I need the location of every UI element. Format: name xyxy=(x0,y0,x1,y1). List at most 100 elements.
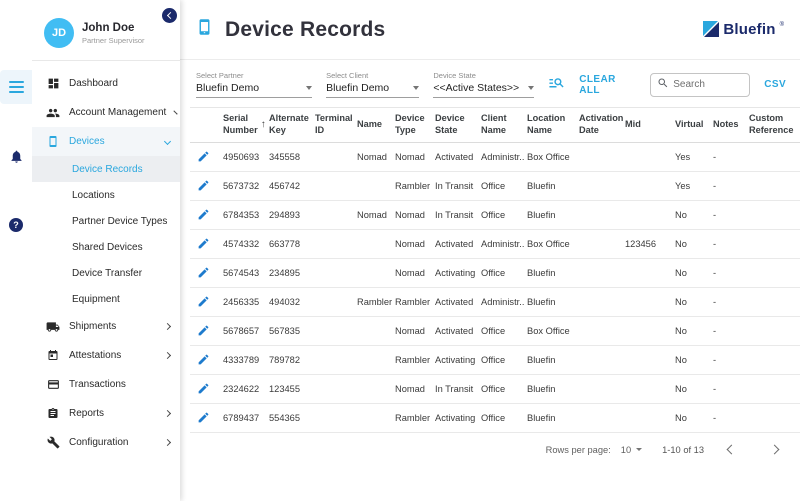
cell-device_type: Rambler xyxy=(392,403,432,433)
cell-mid xyxy=(622,258,672,288)
cell-alt_key: 554365 xyxy=(266,403,312,433)
cell-name xyxy=(354,258,392,288)
edit-device-button[interactable] xyxy=(190,287,220,317)
cell-location_name: Box Office xyxy=(524,229,576,259)
select-partner-dropdown[interactable]: Select Partner Bluefin Demo xyxy=(196,71,313,98)
select-partner-value: Bluefin Demo xyxy=(196,82,260,94)
cell-location_name: Box Office xyxy=(524,142,576,172)
edit-device-button[interactable] xyxy=(190,171,220,201)
cell-client_name: Office xyxy=(478,345,524,375)
csv-export-button[interactable]: CSV xyxy=(764,79,786,90)
cell-notes: - xyxy=(710,171,746,201)
cell-custom_ref xyxy=(746,229,800,259)
sidebar-item-transactions[interactable]: Transactions xyxy=(32,370,180,399)
sidebar-subitem-partner-device-types[interactable]: Partner Device Types xyxy=(32,208,180,234)
hamburger-icon xyxy=(8,80,24,94)
cell-device_state: Activating xyxy=(432,403,478,433)
edit-device-button[interactable] xyxy=(190,374,220,404)
edit-device-button[interactable] xyxy=(190,345,220,375)
cell-location_name: Bluefin xyxy=(524,171,576,201)
caret-down-icon xyxy=(528,86,535,90)
device-state-label: Device State xyxy=(433,71,476,80)
cell-activation_date xyxy=(576,258,622,288)
edit-device-button[interactable] xyxy=(190,316,220,346)
sidebar-subitem-device-transfer[interactable]: Device Transfer xyxy=(32,260,180,286)
sort-ascending-icon[interactable]: ↑ xyxy=(261,118,266,131)
rows-per-page-select[interactable]: 10 xyxy=(621,445,643,455)
previous-page-button[interactable] xyxy=(726,444,737,455)
sidebar-collapse-button[interactable] xyxy=(162,8,177,23)
cell-device_state: Activating xyxy=(432,345,478,375)
notifications-button[interactable] xyxy=(0,142,32,176)
next-page-button[interactable] xyxy=(769,444,780,455)
sidebar-item-attestations[interactable]: Attestations xyxy=(32,341,180,370)
column-header-custom_ref[interactable]: Custom Reference xyxy=(746,107,800,143)
cell-device_type: Nomad xyxy=(392,142,432,172)
clear-all-button[interactable]: CLEAR ALL xyxy=(579,74,636,96)
column-header-client_name[interactable]: Client Name xyxy=(478,107,524,143)
hamburger-menu-button[interactable] xyxy=(0,70,32,104)
column-header-alt_key[interactable]: Alternate Key xyxy=(266,107,312,143)
pencil-icon xyxy=(198,297,209,307)
edit-device-button[interactable] xyxy=(190,258,220,288)
sidebar-item-dashboard[interactable]: Dashboard xyxy=(32,69,180,98)
cell-location_name: Bluefin xyxy=(524,374,576,404)
sidebar-item-reports[interactable]: Reports xyxy=(32,399,180,428)
sidebar-subitem-device-records[interactable]: Device Records xyxy=(32,156,180,182)
cell-custom_ref xyxy=(746,403,800,433)
cell-terminal_id xyxy=(312,287,354,317)
column-header-serial[interactable]: Serial Number ↑ xyxy=(220,107,266,143)
column-header-notes[interactable]: Notes xyxy=(710,107,746,143)
device-state-dropdown[interactable]: Device State <<Active States>> xyxy=(433,71,535,98)
edit-device-button[interactable] xyxy=(190,229,220,259)
column-header-virtual[interactable]: Virtual xyxy=(672,107,710,143)
wrench-icon xyxy=(46,436,60,449)
cell-activation_date xyxy=(576,403,622,433)
column-header-device_type[interactable]: Device Type xyxy=(392,107,432,143)
edit-device-button[interactable] xyxy=(190,403,220,433)
cell-location_name: Bluefin xyxy=(524,258,576,288)
edit-device-button[interactable] xyxy=(190,142,220,172)
help-button[interactable]: ? xyxy=(0,208,32,242)
cell-serial: 4574332 xyxy=(220,229,266,259)
sidebar-item-devices[interactable]: Devices xyxy=(32,127,180,156)
column-header-name[interactable]: Name xyxy=(354,107,392,143)
cell-location_name: Box Office xyxy=(524,316,576,346)
mini-rail: ? xyxy=(0,0,32,501)
cell-alt_key: 123455 xyxy=(266,374,312,404)
device-icon xyxy=(46,135,60,148)
cell-name xyxy=(354,171,392,201)
cell-device_type: Nomad xyxy=(392,374,432,404)
sidebar-nav: Dashboard Account Management Devices Dev… xyxy=(32,61,180,457)
cell-client_name: Office xyxy=(478,171,524,201)
sidebar-item-label: Attestations xyxy=(69,350,122,361)
edit-device-button[interactable] xyxy=(190,200,220,230)
select-client-dropdown[interactable]: Select Client Bluefin Demo xyxy=(326,71,420,98)
column-header-mid[interactable]: Mid xyxy=(622,107,672,143)
sidebar-item-shipments[interactable]: Shipments xyxy=(32,312,180,341)
cell-device_state: In Transit xyxy=(432,374,478,404)
sidebar-item-account-management[interactable]: Account Management xyxy=(32,98,180,127)
sidebar-subitem-shared-devices[interactable]: Shared Devices xyxy=(32,234,180,260)
column-header-activation_date[interactable]: Activation Date xyxy=(576,107,623,143)
sidebar-item-configuration[interactable]: Configuration xyxy=(32,428,180,457)
cell-notes: - xyxy=(710,316,746,346)
search-box[interactable] xyxy=(650,72,751,97)
cell-client_name: Administr... xyxy=(478,287,524,317)
cell-location_name: Bluefin xyxy=(524,200,576,230)
advanced-search-button[interactable] xyxy=(548,74,565,96)
sidebar-subitem-locations[interactable]: Locations xyxy=(32,182,180,208)
column-header-device_state[interactable]: Device State xyxy=(432,107,478,143)
cell-terminal_id xyxy=(312,345,354,375)
sidebar-item-label: Dashboard xyxy=(69,78,118,89)
column-header-location_name[interactable]: Location Name xyxy=(524,107,576,143)
search-input[interactable] xyxy=(673,79,744,90)
sidebar-subitem-label: Locations xyxy=(72,189,115,201)
page-title: Device Records xyxy=(225,17,386,41)
cell-custom_ref xyxy=(746,171,800,201)
sidebar-subitem-label: Device Records xyxy=(72,163,143,175)
column-header-terminal_id[interactable]: Terminal ID xyxy=(312,107,354,143)
cell-alt_key: 294893 xyxy=(266,200,312,230)
cell-virtual: No xyxy=(672,258,710,288)
sidebar-subitem-equipment[interactable]: Equipment xyxy=(32,286,180,312)
